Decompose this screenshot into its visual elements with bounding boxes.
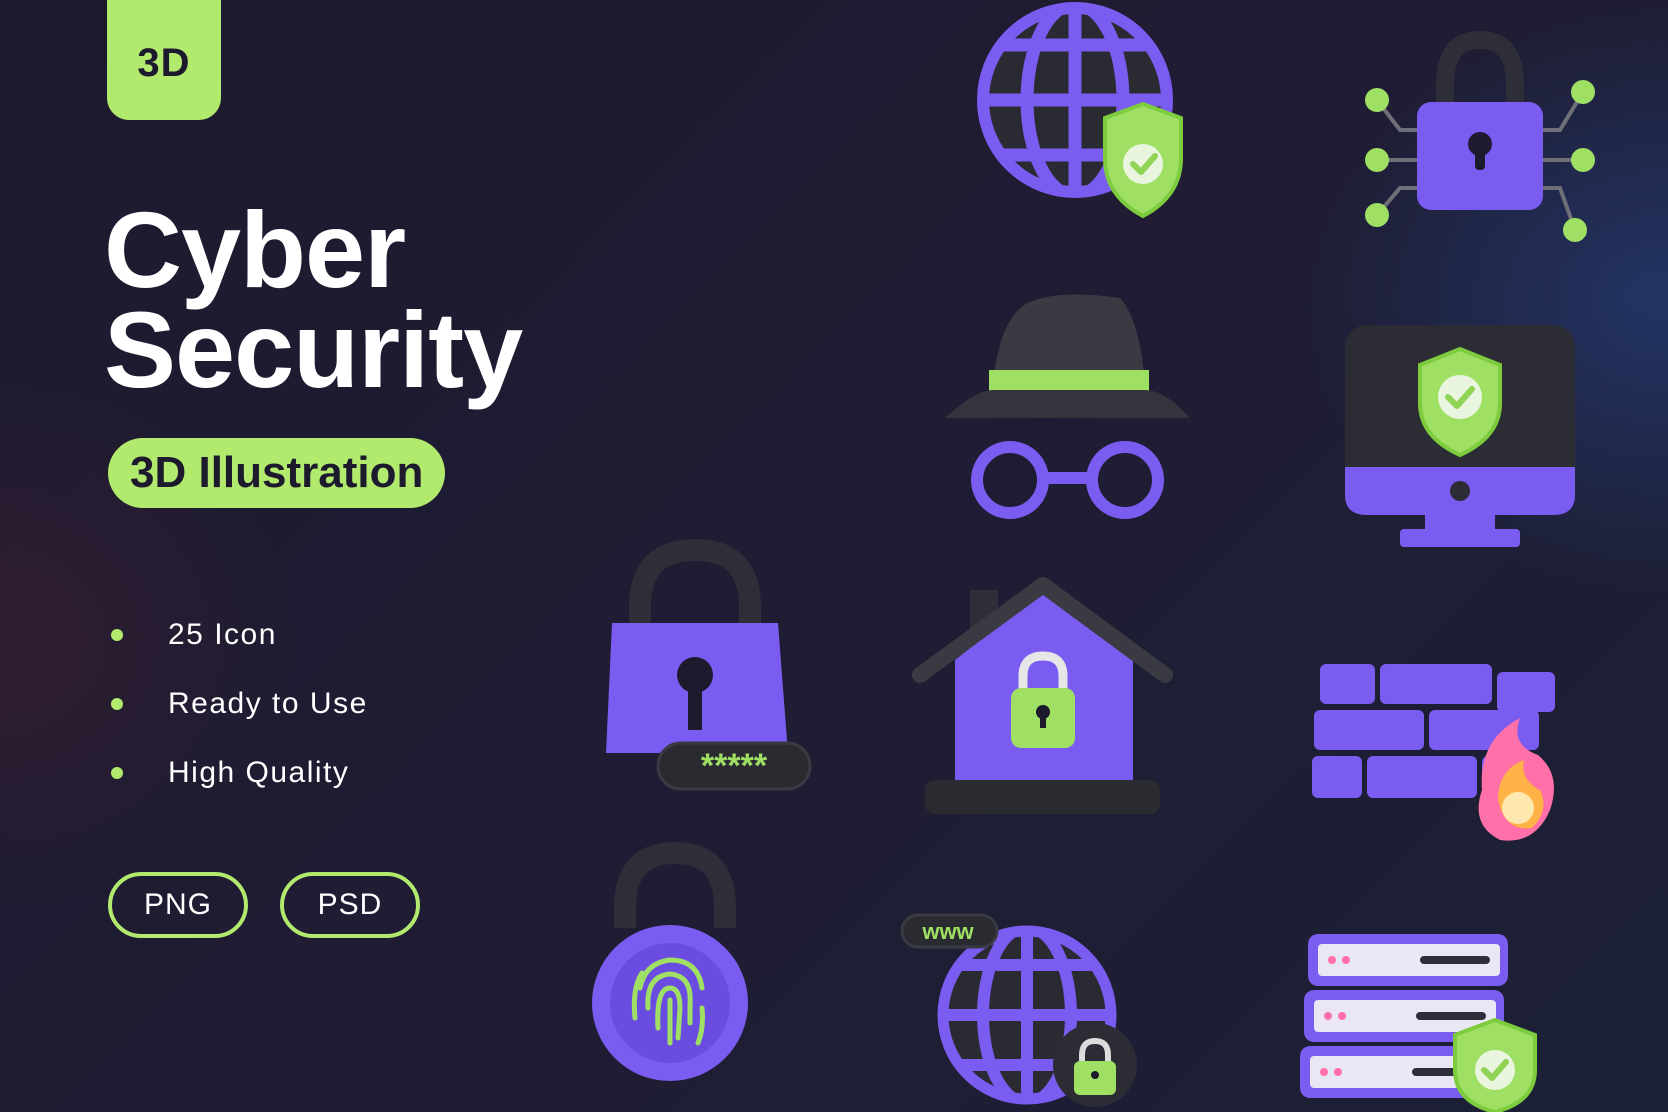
monitor-shield-icon [1340,325,1580,555]
bullet-icon [111,628,123,641]
feature-label: High Quality [168,755,350,789]
feature-item: High Quality [108,738,368,807]
server-shield-icon [1300,930,1545,1112]
www-label: www [921,919,974,944]
house-lock-icon [912,577,1173,820]
title-line-1: Cyber [104,189,406,310]
subtitle-label: 3D Illustration [130,448,424,497]
format-badge-png: PNG [108,872,248,938]
fingerprint-lock-icon [590,841,760,1093]
format-label: PSD [317,888,383,921]
globe-shield-icon [975,0,1205,230]
firewall-icon [1310,660,1565,850]
format-badge-psd: PSD [280,872,420,938]
www-globe-lock-icon: www [900,905,1145,1112]
padlock-password-icon: ***** [600,538,815,791]
badge-3d: 3D [107,0,221,120]
feature-item: Ready to Use [108,669,368,738]
title-line-2: Security [104,289,523,410]
feature-label: 25 Icon [168,617,277,651]
badge-3d-label: 3D [137,40,191,85]
bullet-icon [111,697,123,710]
password-mask-label: ***** [701,747,768,785]
format-label: PNG [143,888,212,921]
page-title: Cyber Security [104,189,523,410]
feature-label: Ready to Use [168,686,368,720]
lock-network-icon [1355,30,1605,250]
poster: 3D Cyber Security 3D Illustration 25 Ico… [0,0,1668,1112]
feature-item: 25 Icon [108,600,368,669]
spy-hat-glasses-icon [945,290,1190,530]
bullet-icon [111,766,123,779]
feature-list: 25 Icon Ready to Use High Quality [108,600,368,807]
subtitle-pill: 3D Illustration [108,438,446,508]
